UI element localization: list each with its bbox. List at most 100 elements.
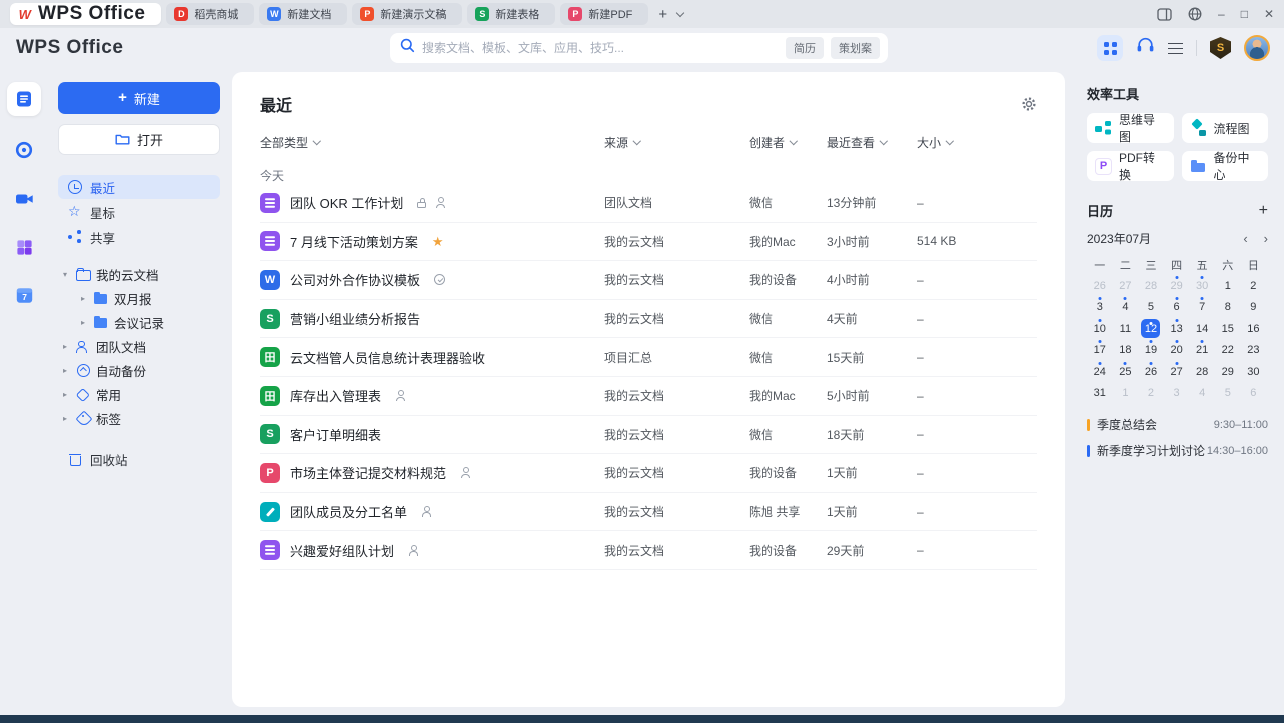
apps-grid-icon[interactable] (1097, 35, 1123, 61)
gear-icon[interactable] (1021, 96, 1037, 112)
calendar-day[interactable]: 25 (1113, 361, 1139, 383)
calendar-day[interactable]: 6 (1241, 383, 1267, 405)
calendar-day[interactable]: 23 (1241, 340, 1267, 362)
apps-icon[interactable] (15, 238, 34, 262)
calendar-day[interactable]: 4 (1113, 297, 1139, 319)
tab-dropdown-button[interactable] (675, 8, 685, 17)
calendar-day[interactable]: 15 (1215, 318, 1241, 340)
global-search-bar[interactable]: 简历 策划案 (390, 33, 888, 63)
tab[interactable]: D 稻壳商城 (166, 3, 255, 25)
filter-creator[interactable]: 创建者 (749, 134, 827, 151)
calendar-day[interactable]: 7 (1189, 297, 1215, 319)
calendar-day[interactable]: 11 (1113, 318, 1139, 340)
customer-service-headset-icon[interactable] (1136, 37, 1155, 59)
search-input[interactable] (422, 41, 779, 55)
caret-icon[interactable]: ▸ (78, 318, 88, 327)
tab[interactable]: S 新建表格 (467, 3, 556, 25)
calendar-day[interactable]: 28 (1189, 361, 1215, 383)
sidebar-nav-item[interactable]: 星标 (58, 200, 220, 224)
wps-docs-icon[interactable] (7, 82, 41, 116)
caret-icon[interactable]: ▸ (60, 366, 70, 375)
file-row[interactable]: S 营销小组业绩分析报告 我的云文档 微信 4天前 – (260, 300, 1037, 339)
caret-icon[interactable]: ▾ (60, 270, 70, 279)
sidebar-tree-item[interactable]: ▾ 我的云文档 (58, 263, 220, 286)
calendar-day[interactable]: 30 (1241, 361, 1267, 383)
calendar-day[interactable]: 4 (1189, 383, 1215, 405)
tab[interactable]: W 新建文档 (259, 3, 348, 25)
calendar-day[interactable]: 5 (1138, 297, 1164, 319)
new-document-button[interactable]: 新建 (58, 82, 220, 114)
calendar-day[interactable]: 3 (1087, 297, 1113, 319)
tab[interactable]: P 新建PDF (560, 3, 649, 25)
caret-icon[interactable]: ▸ (60, 414, 70, 423)
calendar-day[interactable]: 9 (1241, 297, 1267, 319)
file-row[interactable]: S 客户订单明细表 我的云文档 微信 18天前 – (260, 416, 1037, 455)
file-row[interactable]: P 市场主体登记提交材料规范 我的云文档 我的设备 1天前 – (260, 454, 1037, 493)
sidebar-tree-item[interactable]: ▸ 常用 (58, 383, 220, 406)
calendar-day[interactable]: 27 (1164, 361, 1190, 383)
globe-icon[interactable] (1188, 7, 1202, 21)
filter-viewed[interactable]: 最近查看 (827, 134, 917, 151)
calendar-day[interactable]: 6 (1164, 297, 1190, 319)
tool-item[interactable]: 思维导图 (1087, 113, 1174, 144)
calendar-day[interactable]: 24 (1087, 361, 1113, 383)
close-button[interactable]: ✕ (1264, 8, 1274, 20)
file-row[interactable]: 田 云文档管人员信息统计表理器验收 项目汇总 微信 15天前 – (260, 338, 1037, 377)
tool-item[interactable]: P PDF转换 (1087, 151, 1174, 182)
file-row[interactable]: 兴趣爱好组队计划 我的云文档 我的设备 29天前 – (260, 531, 1037, 570)
calendar-next-button[interactable]: › (1264, 232, 1268, 245)
calendar-day[interactable]: 18 (1113, 340, 1139, 362)
calendar-day[interactable]: 14 (1189, 318, 1215, 340)
open-file-button[interactable]: 打开 (58, 124, 220, 155)
event-item[interactable]: 新季度学习计划讨论 14:30–16:00 (1087, 442, 1268, 459)
calendar-day[interactable]: 31 (1087, 383, 1113, 405)
calendar-day[interactable]: 13 (1164, 318, 1190, 340)
file-row[interactable]: 田 库存出入管理表 我的云文档 我的Mac 5小时前 – (260, 377, 1037, 416)
sidebar-nav-item[interactable]: 最近 (58, 175, 220, 199)
calendar-7-icon[interactable]: 7 (15, 286, 34, 310)
filter-type[interactable]: 全部类型 (260, 134, 604, 151)
sidebar-tree-item[interactable]: ▸ 自动备份 (58, 359, 220, 382)
calendar-day[interactable]: 1 (1113, 383, 1139, 405)
event-item[interactable]: 季度总结会 9:30–11:00 (1087, 416, 1268, 433)
add-event-button[interactable]: + (1259, 202, 1268, 219)
calendar-day[interactable]: 17 (1087, 340, 1113, 362)
timeline-icon[interactable] (14, 140, 34, 165)
calendar-day[interactable]: 20 (1164, 340, 1190, 362)
calendar-prev-button[interactable]: ‹ (1243, 232, 1247, 245)
calendar-day[interactable]: 26 (1087, 275, 1113, 297)
member-badge-icon[interactable]: S (1210, 37, 1231, 59)
sidebar-tree-item[interactable]: ▸ 标签 (58, 407, 220, 430)
file-row[interactable]: 团队成员及分工名单 我的云文档 陈旭 共享 1天前 – (260, 493, 1037, 532)
caret-icon[interactable]: ▸ (60, 390, 70, 399)
file-row[interactable]: 团队 OKR 工作计划 团队文档 微信 13分钟前 – (260, 184, 1037, 223)
calendar-day[interactable]: 10 (1087, 318, 1113, 340)
calendar-day[interactable]: 2 (1241, 275, 1267, 297)
tab[interactable]: P 新建演示文稿 (352, 3, 463, 25)
calendar-day[interactable]: 27 (1113, 275, 1139, 297)
calendar-day[interactable]: 16 (1241, 318, 1267, 340)
calendar-day[interactable]: 29 (1164, 275, 1190, 297)
search-tag-plan[interactable]: 策划案 (831, 37, 880, 59)
file-row[interactable]: 7 月线下活动策划方案 ★ 我的云文档 我的Mac 3小时前 514 KB (260, 223, 1037, 262)
tab[interactable]: W WPS Office (10, 3, 162, 25)
sidebar-tree-item[interactable]: ▸ 会议记录 (58, 311, 220, 334)
meeting-icon[interactable] (14, 189, 35, 214)
caret-icon[interactable]: ▸ (78, 294, 88, 303)
sidebar-tree-item[interactable]: ▸ 团队文档 (58, 335, 220, 358)
calendar-day[interactable]: 30 (1189, 275, 1215, 297)
calendar-day[interactable]: 21 (1189, 340, 1215, 362)
sidebar-tree-item[interactable]: ▸ 双月报 (58, 287, 220, 310)
filter-size[interactable]: 大小 (917, 134, 1037, 151)
tool-item[interactable]: 备份中心 (1181, 151, 1268, 182)
maximize-button[interactable]: □ (1241, 8, 1248, 20)
calendar-day[interactable]: 22 (1215, 340, 1241, 362)
calendar-day[interactable]: 28 (1138, 275, 1164, 297)
calendar-day[interactable]: 29 (1215, 361, 1241, 383)
avatar[interactable] (1244, 35, 1270, 61)
calendar-day[interactable]: 19 (1138, 340, 1164, 362)
calendar-day[interactable]: 3 (1164, 383, 1190, 405)
toggle-sidebar-icon[interactable] (1157, 7, 1172, 21)
new-tab-button[interactable]: + (658, 7, 667, 22)
file-row[interactable]: W 公司对外合作协议模板 我的云文档 我的设备 4小时前 – (260, 261, 1037, 300)
